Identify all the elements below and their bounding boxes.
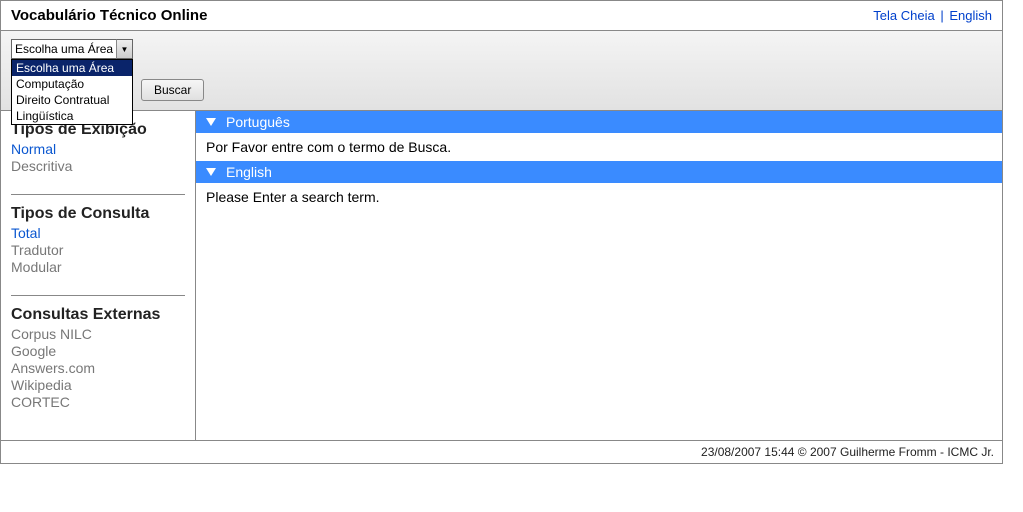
sb-section-externas: Consultas Externas Corpus NILC Google An… <box>11 306 185 410</box>
lang-bar-pt[interactable]: Português <box>196 111 1002 133</box>
sidebar-item-normal[interactable]: Normal <box>11 141 185 157</box>
sidebar: Tipos de Exibição Normal Descritiva Tipo… <box>1 111 196 440</box>
top-links: Tela Cheia | English <box>873 8 992 23</box>
chevron-down-icon <box>206 168 216 176</box>
divider <box>11 194 185 195</box>
sidebar-item-answers[interactable]: Answers.com <box>11 360 185 376</box>
chevron-down-icon <box>206 118 216 126</box>
app-window: Vocabulário Técnico Online Tela Cheia | … <box>0 0 1003 464</box>
lang-label-pt: Português <box>226 114 290 130</box>
externas-heading: Consultas Externas <box>11 306 185 324</box>
sidebar-item-total[interactable]: Total <box>11 225 185 241</box>
lang-bar-en[interactable]: English <box>196 161 1002 183</box>
sidebar-item-tradutor[interactable]: Tradutor <box>11 242 185 258</box>
sidebar-item-modular[interactable]: Modular <box>11 259 185 275</box>
sidebar-item-corpus-nilc[interactable]: Corpus NILC <box>11 326 185 342</box>
lang-label-en: English <box>226 164 272 180</box>
divider <box>11 295 185 296</box>
pt-message: Por Favor entre com o termo de Busca. <box>196 133 1002 161</box>
body: Tipos de Exibição Normal Descritiva Tipo… <box>1 111 1002 440</box>
header: Vocabulário Técnico Online Tela Cheia | … <box>1 1 1002 31</box>
search-button[interactable]: Buscar <box>141 79 204 101</box>
footer: 23/08/2007 15:44 © 2007 Guilherme Fromm … <box>1 440 1002 463</box>
sidebar-item-wikipedia[interactable]: Wikipedia <box>11 377 185 393</box>
area-select[interactable] <box>11 39 133 59</box>
area-dropdown: Escolha uma Área Computação Direito Cont… <box>11 59 133 125</box>
toolbar: ▼ Escolha uma Área Computação Direito Co… <box>1 31 1002 111</box>
fullscreen-link[interactable]: Tela Cheia <box>873 8 934 23</box>
area-option-2[interactable]: Direito Contratual <box>12 92 132 108</box>
sb-section-consulta: Tipos de Consulta Total Tradutor Modular <box>11 205 185 275</box>
area-option-3[interactable]: Lingüística <box>12 108 132 124</box>
page-title: Vocabulário Técnico Online <box>11 7 207 24</box>
en-message: Please Enter a search term. <box>196 183 1002 211</box>
sidebar-item-google[interactable]: Google <box>11 343 185 359</box>
sb-section-exibicao: Tipos de Exibição Normal Descritiva <box>11 121 185 174</box>
main: Português Por Favor entre com o termo de… <box>196 111 1002 440</box>
consulta-heading: Tipos de Consulta <box>11 205 185 223</box>
area-option-1[interactable]: Computação <box>12 76 132 92</box>
separator: | <box>938 8 945 23</box>
area-select-wrap: ▼ <box>11 39 133 59</box>
sidebar-item-descritiva[interactable]: Descritiva <box>11 158 185 174</box>
area-option-0[interactable]: Escolha uma Área <box>12 60 132 76</box>
sidebar-item-cortec[interactable]: CORTEC <box>11 394 185 410</box>
english-link[interactable]: English <box>949 8 992 23</box>
